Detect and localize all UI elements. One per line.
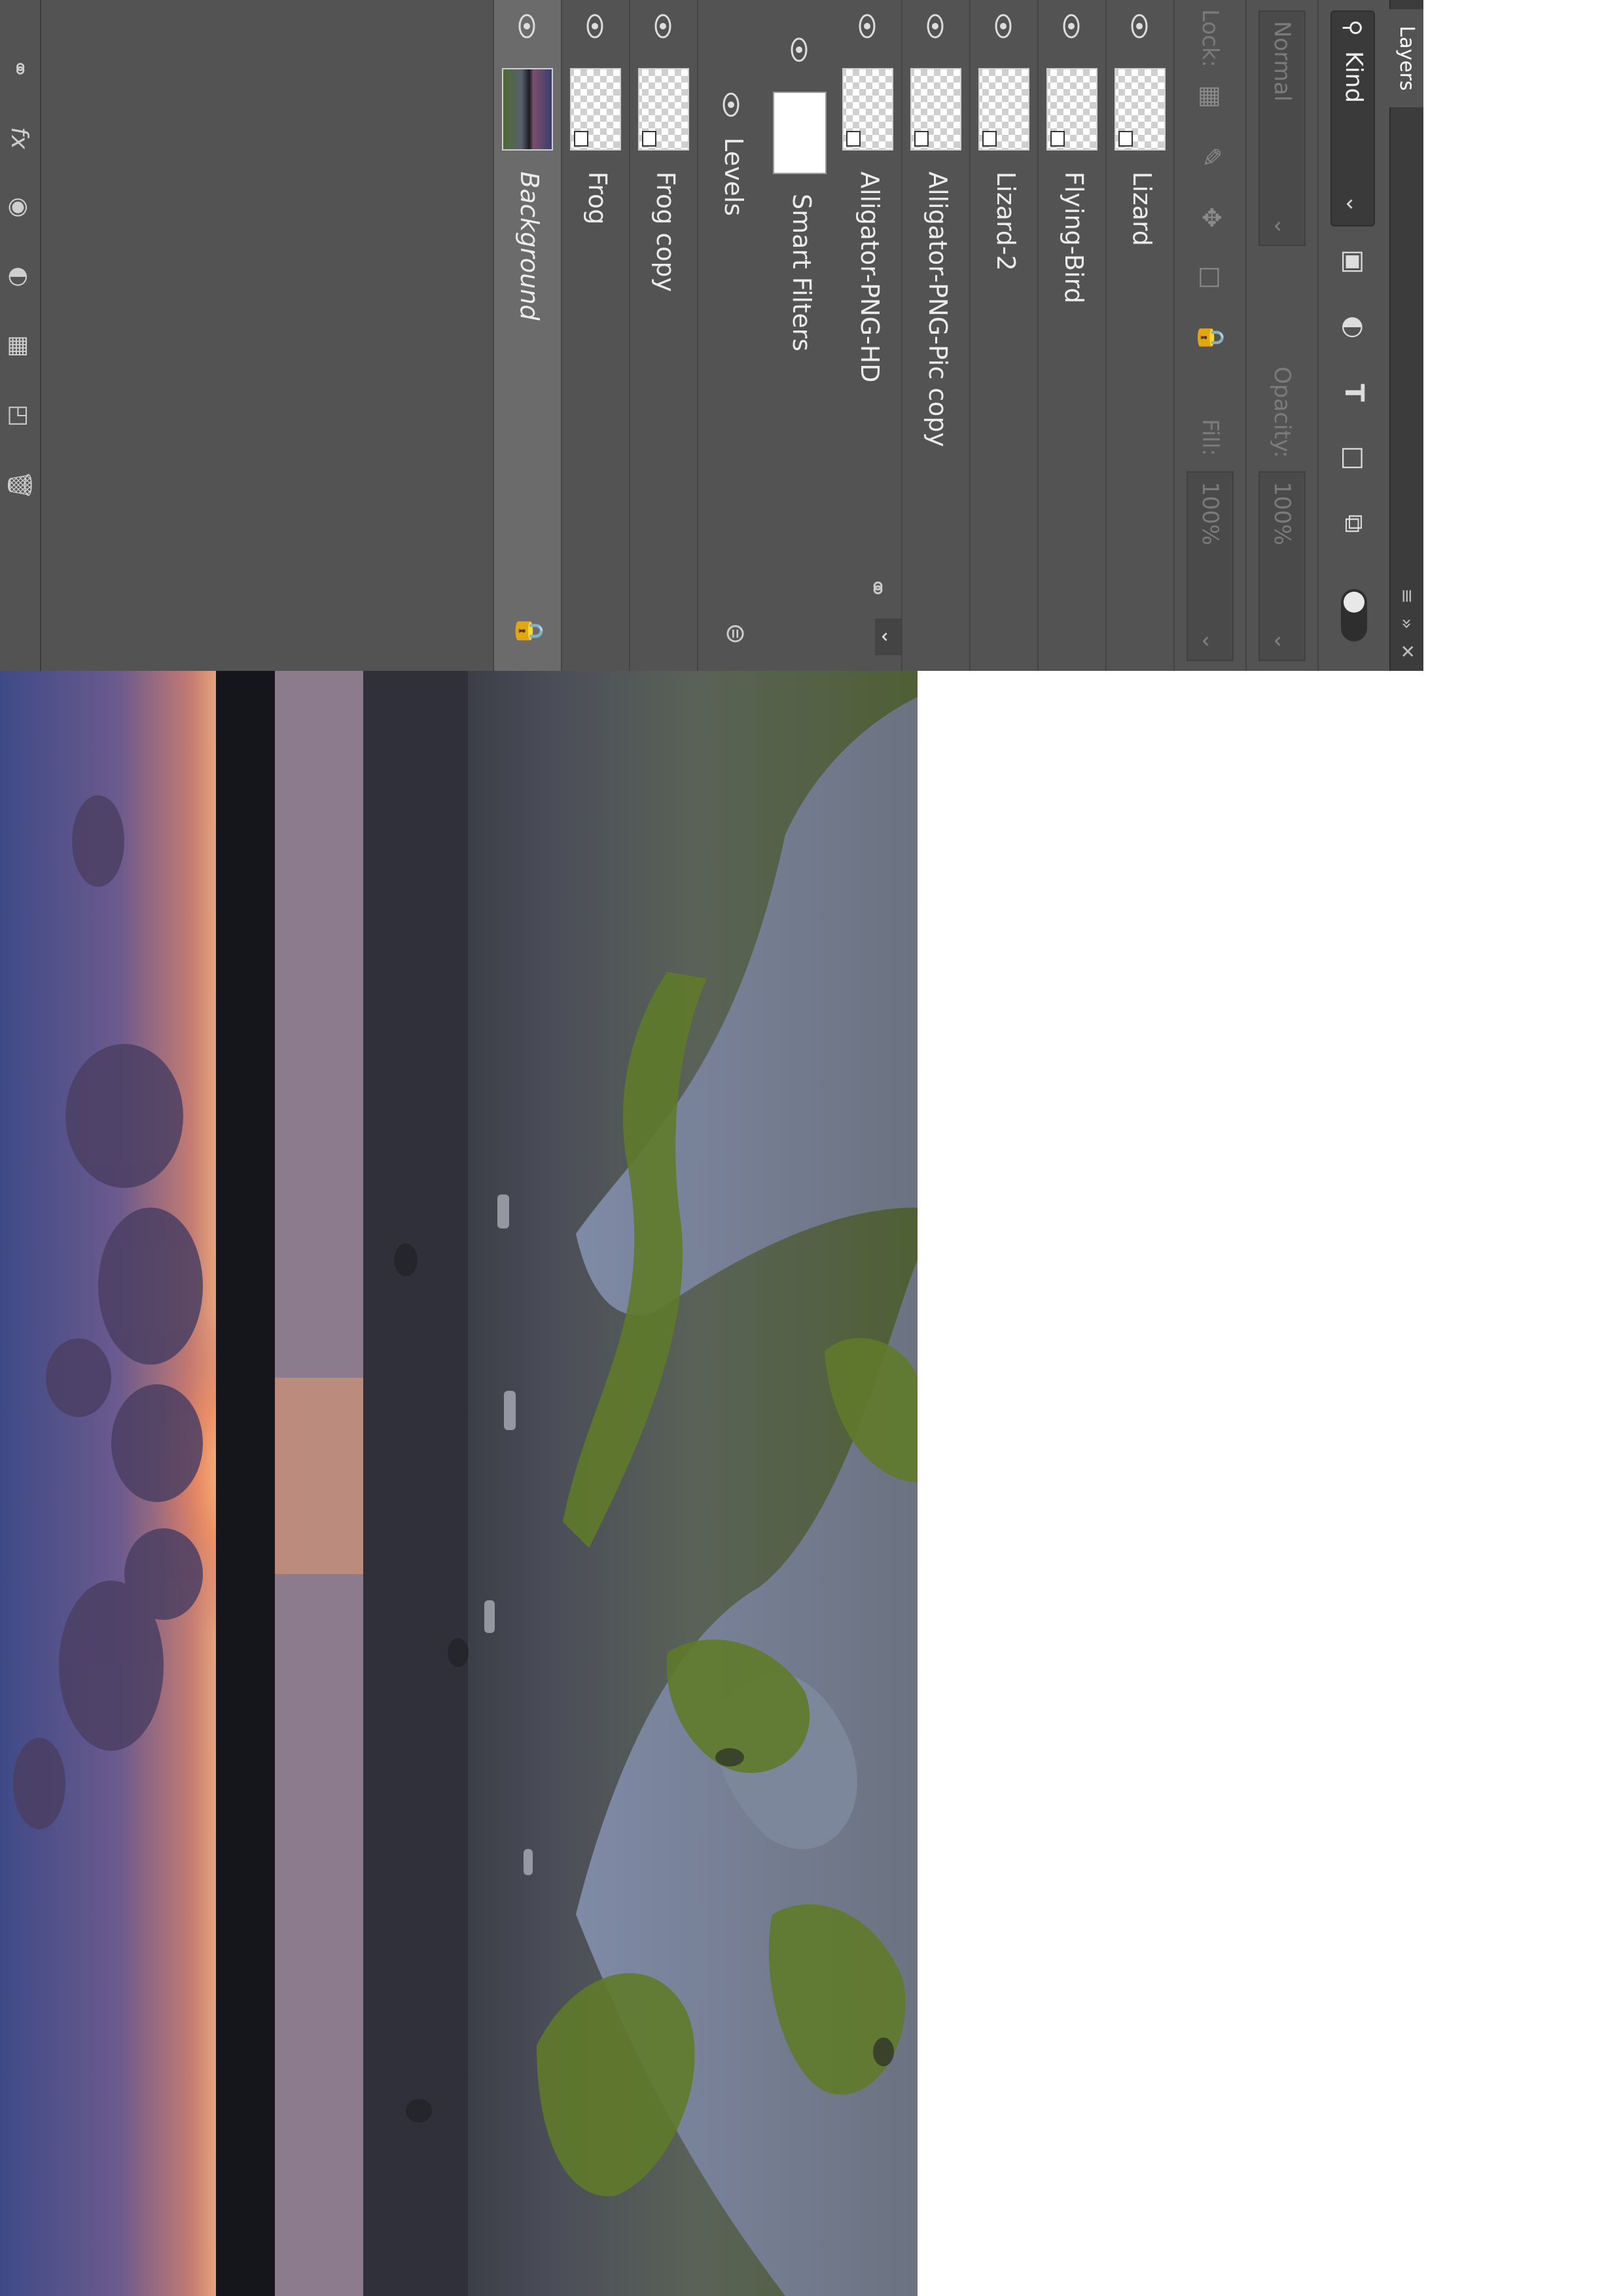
layer-thumbnail [978,68,1029,151]
blend-mode-value: Normal [1269,21,1295,102]
chevron-down-icon: ⌄ [1269,632,1295,651]
layer-name: Frog copy [651,171,680,293]
layer-thumbnail [570,68,621,151]
smart-object-badge-icon [914,131,929,147]
fx-icon[interactable]: fx [3,122,36,154]
panel-topbar: Layers ≡ » ✕ [1389,0,1423,671]
chevron-down-icon: ⌄ [1341,194,1367,214]
lock-all-icon[interactable]: 🔒 [1193,319,1230,356]
layer-thumbnail [1046,68,1097,151]
image-filter-icon[interactable]: ▣ [1334,242,1374,281]
lock-icon[interactable]: 🔒 [514,615,545,647]
fill-input[interactable]: 100% ⌄ [1186,471,1234,661]
layer-name: Alligator-PNG-HD [855,171,884,383]
landscape-photo [0,671,918,2296]
layer-name: Background [515,171,544,321]
layer-thumbnail [910,68,961,151]
opacity-input[interactable]: 100% ⌄ [1258,471,1306,661]
opacity-label: Opacity: [1269,367,1295,458]
layer-name: Alligator-PNG-Pic copy [923,171,952,447]
eye-icon[interactable] [719,92,743,118]
smart-object-filter-icon[interactable]: ⧉ [1334,504,1374,543]
chevron-down-icon: ⌄ [1269,217,1295,236]
search-icon: ⚲ [1340,20,1366,36]
filter-row: ⚲ Kind ⌄ ▣ ◐ T □ ⧉ [1317,0,1389,671]
kind-filter-select[interactable]: ⚲ Kind ⌄ [1330,10,1375,226]
smart-filter-mask-thumbnail [773,92,827,174]
eye-icon[interactable] [855,13,879,39]
layers-list: Lizard Flying-Bird Lizard-2 Alligator-PN… [41,0,1173,671]
collapse-icon[interactable]: » [1397,618,1418,629]
eye-icon[interactable] [991,13,1015,39]
layer-thumbnail [638,68,689,151]
lock-artboard-icon[interactable]: □ [1193,259,1230,296]
type-filter-icon[interactable]: T [1334,373,1374,412]
layer-thumbnail [842,68,893,151]
layer-name: Lizard-2 [991,171,1020,271]
filter-toggle[interactable] [1341,589,1367,641]
levels-filter-row[interactable]: Levels ⊜ [697,0,765,671]
smart-object-badge-icon [642,131,656,147]
lock-paint-icon[interactable]: ✎ [1193,139,1230,175]
menu-icon[interactable]: ≡ [1397,588,1418,603]
shape-filter-icon[interactable]: □ [1334,439,1374,478]
tab-layers[interactable]: Layers [1389,9,1423,107]
background-thumbnail [502,68,553,151]
layer-row[interactable]: Frog copy [629,0,697,671]
layer-name: Lizard [1128,171,1156,247]
smart-object-badge-icon [1118,131,1133,147]
delete-icon[interactable]: 🗑 [3,469,36,501]
expand-effects-icon[interactable]: ⌄ [875,619,901,655]
layer-row[interactable]: Flying-Bird [1037,0,1105,671]
layers-panel: Layers ≡ » ✕ ⚲ Kind ⌄ ▣ ◐ T □ ⧉ Normal ⌄… [0,0,1423,671]
smart-filters-label: Smart Filters [787,194,816,351]
layer-row[interactable]: Lizard [1105,0,1173,671]
lock-row: Lock: ▦ ✎ ✥ □ 🔒 Fill: 100% ⌄ [1173,0,1245,671]
layers-panel-wrapper: Layers ≡ » ✕ ⚲ Kind ⌄ ▣ ◐ T □ ⧉ Normal ⌄… [0,0,1423,671]
layer-thumbnail [1115,68,1166,151]
kind-label: Kind [1340,51,1367,103]
layer-name: Frog [583,171,612,225]
layer-row-background[interactable]: Background 🔒 [493,0,561,671]
mask-icon[interactable]: ◉ [3,191,36,224]
smart-object-badge-icon [982,131,997,147]
lock-move-icon[interactable]: ✥ [1193,199,1230,236]
layer-row[interactable]: Alligator-PNG-Pic copy [901,0,969,671]
eye-icon[interactable] [1128,13,1151,39]
adjustment-filter-icon[interactable]: ◐ [1334,308,1374,347]
eye-icon[interactable] [515,13,539,39]
canvas-image [0,671,918,2296]
chevron-down-icon: ⌄ [1197,632,1223,651]
smart-object-badge-icon [574,131,588,147]
panel-bottom-bar: ⚭ fx ◉ ◐ ▦ ◰ 🗑 [0,0,41,671]
close-icon[interactable]: ✕ [1397,644,1418,659]
fill-value: 100% [1197,482,1223,546]
smart-object-badge-icon [846,131,861,147]
eye-icon[interactable] [651,13,675,39]
adjustment-icon[interactable]: ◐ [3,260,36,293]
eye-icon[interactable] [583,13,607,39]
eye-icon[interactable] [923,13,947,39]
levels-filter-name: Levels [719,137,748,217]
fill-label: Fill: [1197,419,1223,456]
eye-icon[interactable] [1060,13,1083,39]
layer-row[interactable]: Alligator-PNG-HD ⚭ ⌄ [833,0,901,671]
smart-filters-row[interactable]: Smart Filters [765,0,833,671]
blend-row: Normal ⌄ Opacity: 100% ⌄ [1245,0,1317,671]
layer-name: Flying-Bird [1060,171,1088,304]
new-layer-icon[interactable]: ◰ [3,399,36,432]
lock-label: Lock: [1197,9,1223,67]
smart-object-badge-icon [1050,131,1065,147]
blend-mode-select[interactable]: Normal ⌄ [1258,10,1306,246]
layer-row[interactable]: Lizard-2 [969,0,1037,671]
filter-blending-options-icon[interactable]: ⊜ [721,622,751,645]
smart-object-link-icon[interactable]: ⚭ [862,577,892,599]
group-icon[interactable]: ▦ [3,330,36,363]
lock-transparent-icon[interactable]: ▦ [1193,79,1230,115]
link-icon[interactable]: ⚭ [3,52,36,85]
opacity-value: 100% [1269,482,1295,546]
eye-icon[interactable] [787,37,811,63]
layer-row[interactable]: Frog [561,0,629,671]
